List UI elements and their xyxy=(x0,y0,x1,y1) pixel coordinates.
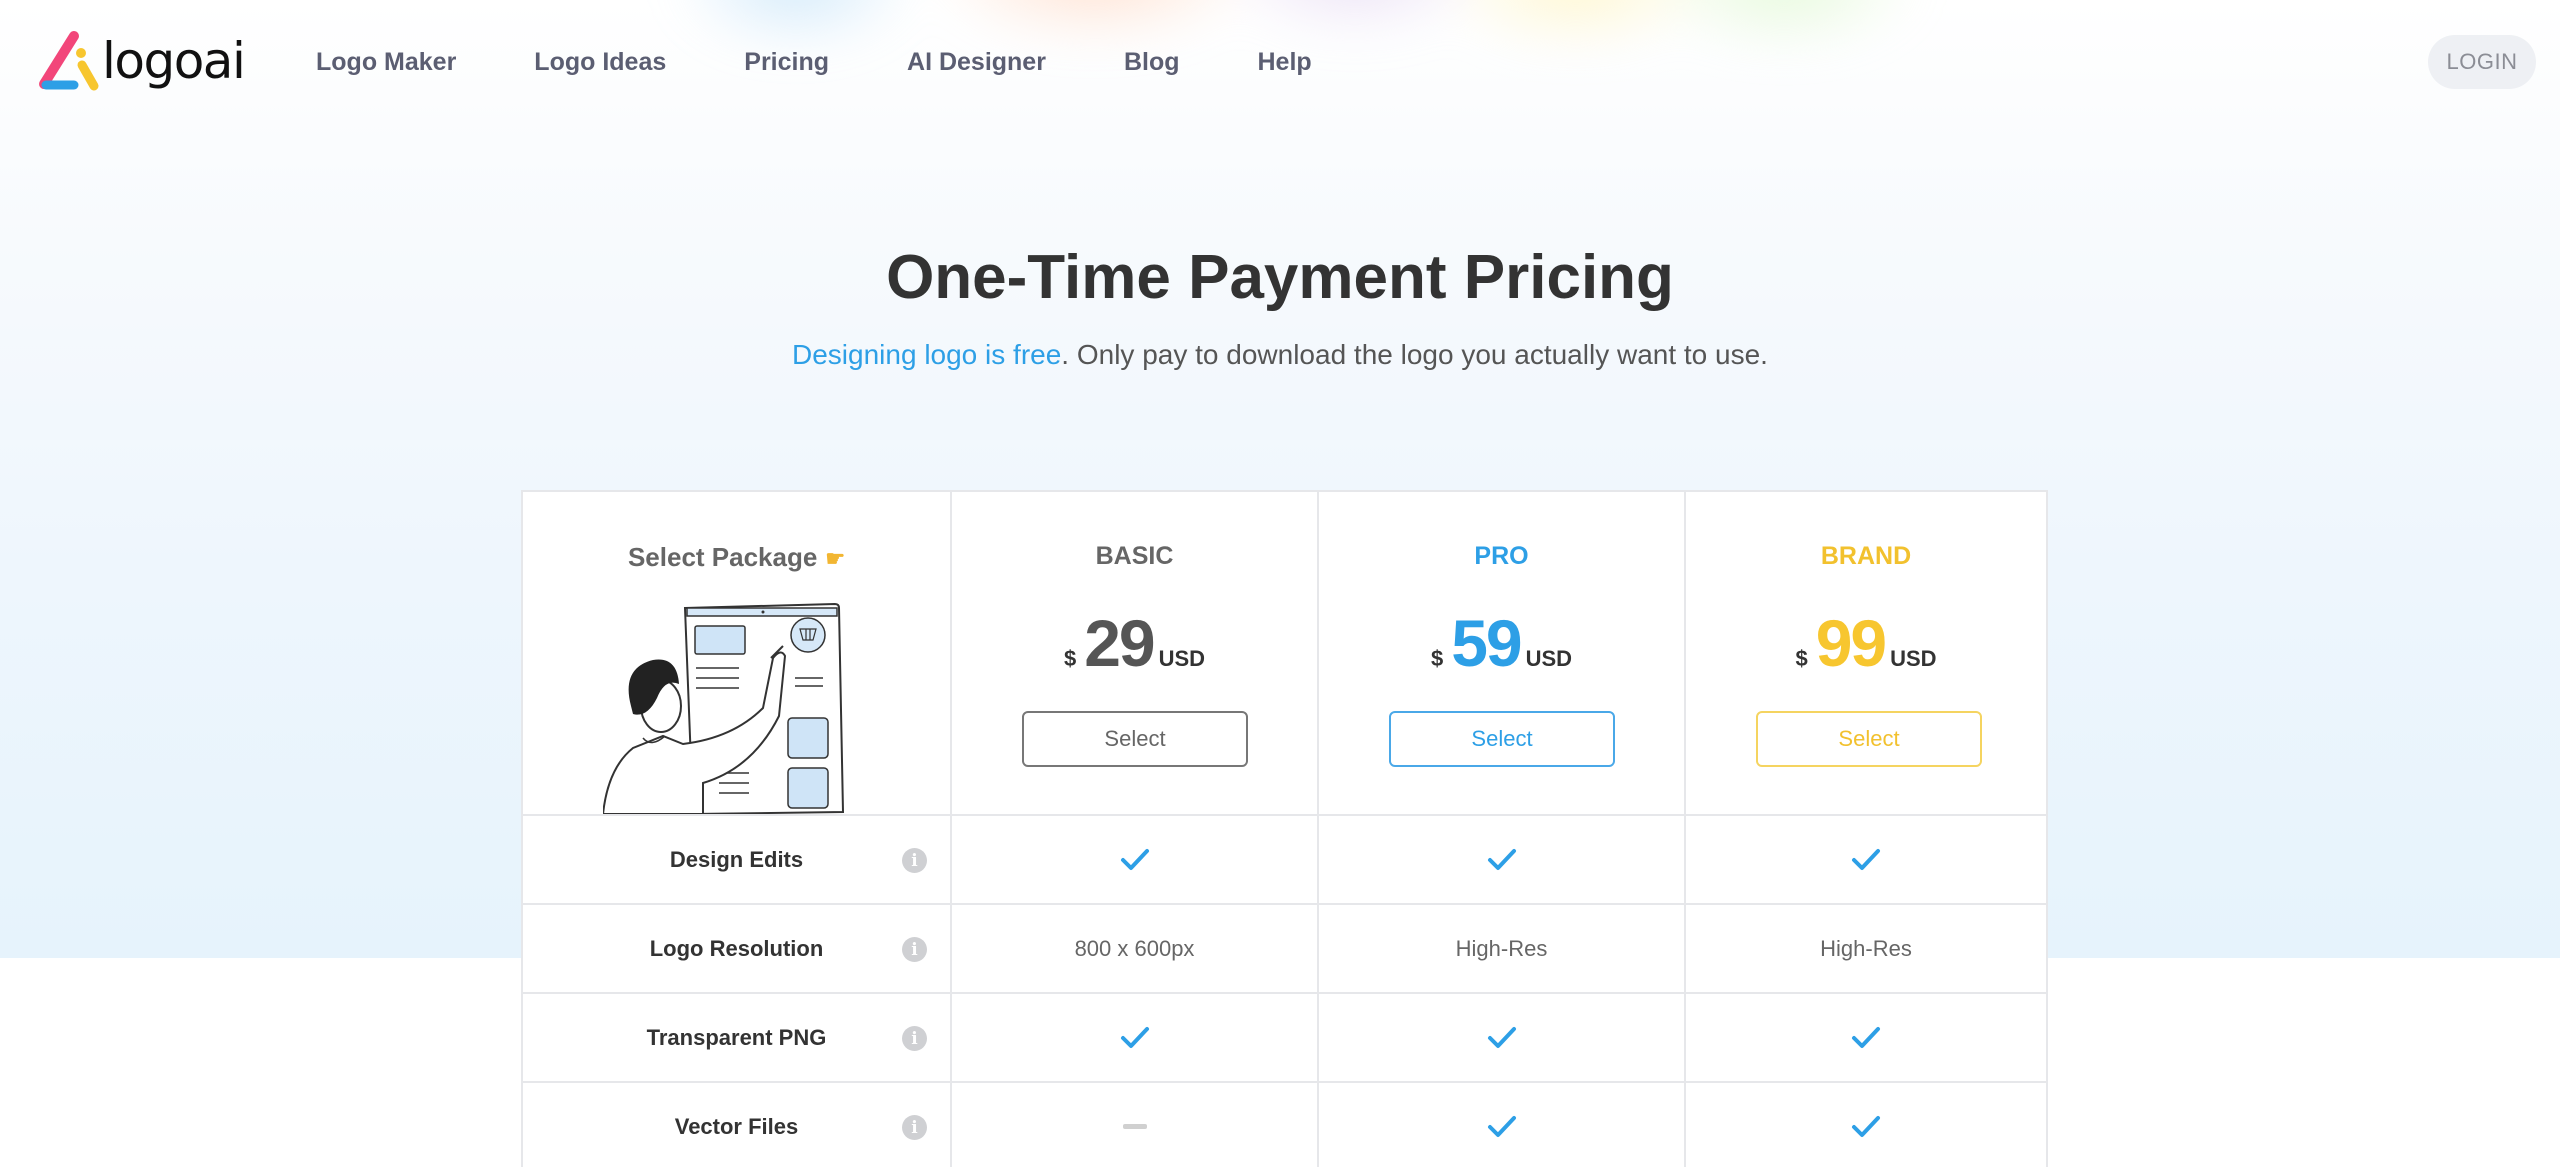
not-included-dash xyxy=(1122,1124,1147,1129)
select-pro-button[interactable]: Select xyxy=(1389,711,1615,767)
price-currency: $ xyxy=(1795,646,1808,671)
price-amount: 99 xyxy=(1815,606,1887,680)
feature-value-cell xyxy=(1684,994,2046,1081)
nav-help[interactable]: Help xyxy=(1258,44,1312,80)
page-title: One-Time Payment Pricing xyxy=(886,243,1674,312)
main-nav: Logo Maker Logo Ideas Pricing AI Designe… xyxy=(316,44,1390,80)
feature-value-cell xyxy=(1317,994,1684,1081)
feature-value-cell: High-Res xyxy=(1684,905,2046,992)
nav-blog[interactable]: Blog xyxy=(1124,44,1180,80)
check-icon xyxy=(1686,816,2046,903)
check-icon xyxy=(1686,1083,2046,1167)
feature-value-cell xyxy=(1317,1083,1684,1167)
feature-value-cell xyxy=(950,994,1317,1081)
feature-label: Vector Files xyxy=(674,1113,799,1139)
nav-logo-ideas[interactable]: Logo Ideas xyxy=(534,44,666,80)
select-package-heading: Select Package ☛ xyxy=(523,542,950,573)
feature-value-cell xyxy=(1317,816,1684,903)
feature-value: High-Res xyxy=(1455,935,1548,961)
site-header: logoai Logo Maker Logo Ideas Pricing AI … xyxy=(0,0,2560,124)
feature-rows: Design Edits i Logo Resolution i 800 x 600px… xyxy=(523,814,2046,1167)
feature-value-cell xyxy=(950,816,1317,903)
feature-label: Logo Resolution xyxy=(649,935,824,961)
pricing-table: Select Package ☛ BASIC $ 29 USD Select P… xyxy=(521,490,2048,1167)
plan-basic: BASIC $ 29 USD Select xyxy=(950,492,1317,814)
check-icon xyxy=(1319,816,1684,903)
price-unit: USD xyxy=(1890,646,1937,671)
info-icon[interactable]: i xyxy=(902,1115,927,1140)
select-basic-button[interactable]: Select xyxy=(1022,711,1248,767)
price-unit: USD xyxy=(1525,646,1573,671)
plan-price: $ 59 USD xyxy=(1319,610,1684,676)
feature-label: Transparent PNG xyxy=(646,1024,827,1050)
feature-value-cell xyxy=(950,1083,1317,1167)
select-brand-button[interactable]: Select xyxy=(1756,711,1982,767)
feature-label-cell: Transparent PNG i xyxy=(523,994,950,1081)
feature-row: Logo Resolution i 800 x 600px High-Res High-… xyxy=(523,903,2046,992)
check-icon xyxy=(1319,1083,1684,1167)
feature-label: Design Edits xyxy=(669,846,804,872)
select-package-label: Select Package xyxy=(627,542,818,572)
feature-value: High-Res xyxy=(1820,935,1912,961)
nav-ai-designer[interactable]: AI Designer xyxy=(907,44,1046,80)
nav-pricing[interactable]: Pricing xyxy=(744,44,829,80)
feature-label-cell: Logo Resolution i xyxy=(523,905,950,992)
feature-row: Design Edits i xyxy=(523,814,2046,903)
logoai-logo-icon xyxy=(39,31,99,91)
login-button[interactable]: LOGIN xyxy=(2428,35,2536,89)
feature-value-cell xyxy=(1684,816,2046,903)
select-package-cell: Select Package ☛ xyxy=(523,492,950,814)
info-icon[interactable]: i xyxy=(902,1026,927,1051)
pricing-hero: One-Time Payment Pricing Designing logo … xyxy=(0,240,2560,374)
shopping-person-illustration xyxy=(603,602,845,814)
feature-label-cell: Design Edits i xyxy=(523,816,950,903)
plan-price: $ 99 USD xyxy=(1686,610,2046,676)
feature-label-cell: Vector Files i xyxy=(523,1083,950,1167)
info-icon[interactable]: i xyxy=(902,848,927,873)
check-icon xyxy=(1686,994,2046,1081)
nav-logo-maker[interactable]: Logo Maker xyxy=(316,44,456,80)
feature-value-cell: 800 x 600px xyxy=(950,905,1317,992)
dash-icon xyxy=(952,1083,1317,1167)
price-amount: 59 xyxy=(1451,606,1522,680)
plan-brand: BRAND $ 99 USD Select xyxy=(1684,492,2046,814)
feature-row: Transparent PNG i xyxy=(523,992,2046,1081)
pointing-hand-icon: ☛ xyxy=(825,546,846,571)
price-currency: $ xyxy=(1430,646,1444,671)
logo-link[interactable]: logoai xyxy=(34,28,246,94)
plan-pro: PRO $ 59 USD Select xyxy=(1317,492,1684,814)
plan-price: $ 29 USD xyxy=(952,610,1317,676)
plan-name: BRAND xyxy=(1820,542,1912,570)
check-icon xyxy=(952,994,1317,1081)
price-unit: USD xyxy=(1158,646,1206,671)
info-icon[interactable]: i xyxy=(902,937,927,962)
plan-name: BASIC xyxy=(1095,542,1174,570)
price-currency: $ xyxy=(1063,646,1077,671)
plan-name: PRO xyxy=(1474,542,1529,570)
subtitle-text: . Only pay to download the logo you actu… xyxy=(1061,339,1768,370)
feature-value-cell xyxy=(1684,1083,2046,1167)
check-icon xyxy=(952,816,1317,903)
pricing-header-row: Select Package ☛ BASIC $ 29 USD Select P… xyxy=(523,492,2046,814)
feature-value: 800 x 600px xyxy=(1074,935,1195,961)
check-icon xyxy=(1319,994,1684,1081)
logo-wordmark: logoai xyxy=(102,32,246,90)
feature-row: Vector Files i xyxy=(523,1081,2046,1167)
feature-value-cell: High-Res xyxy=(1317,905,1684,992)
subtitle-highlight: Designing logo is free xyxy=(792,339,1062,370)
page-subtitle: Designing logo is free. Only pay to down… xyxy=(0,336,2560,374)
price-amount: 29 xyxy=(1084,606,1155,680)
